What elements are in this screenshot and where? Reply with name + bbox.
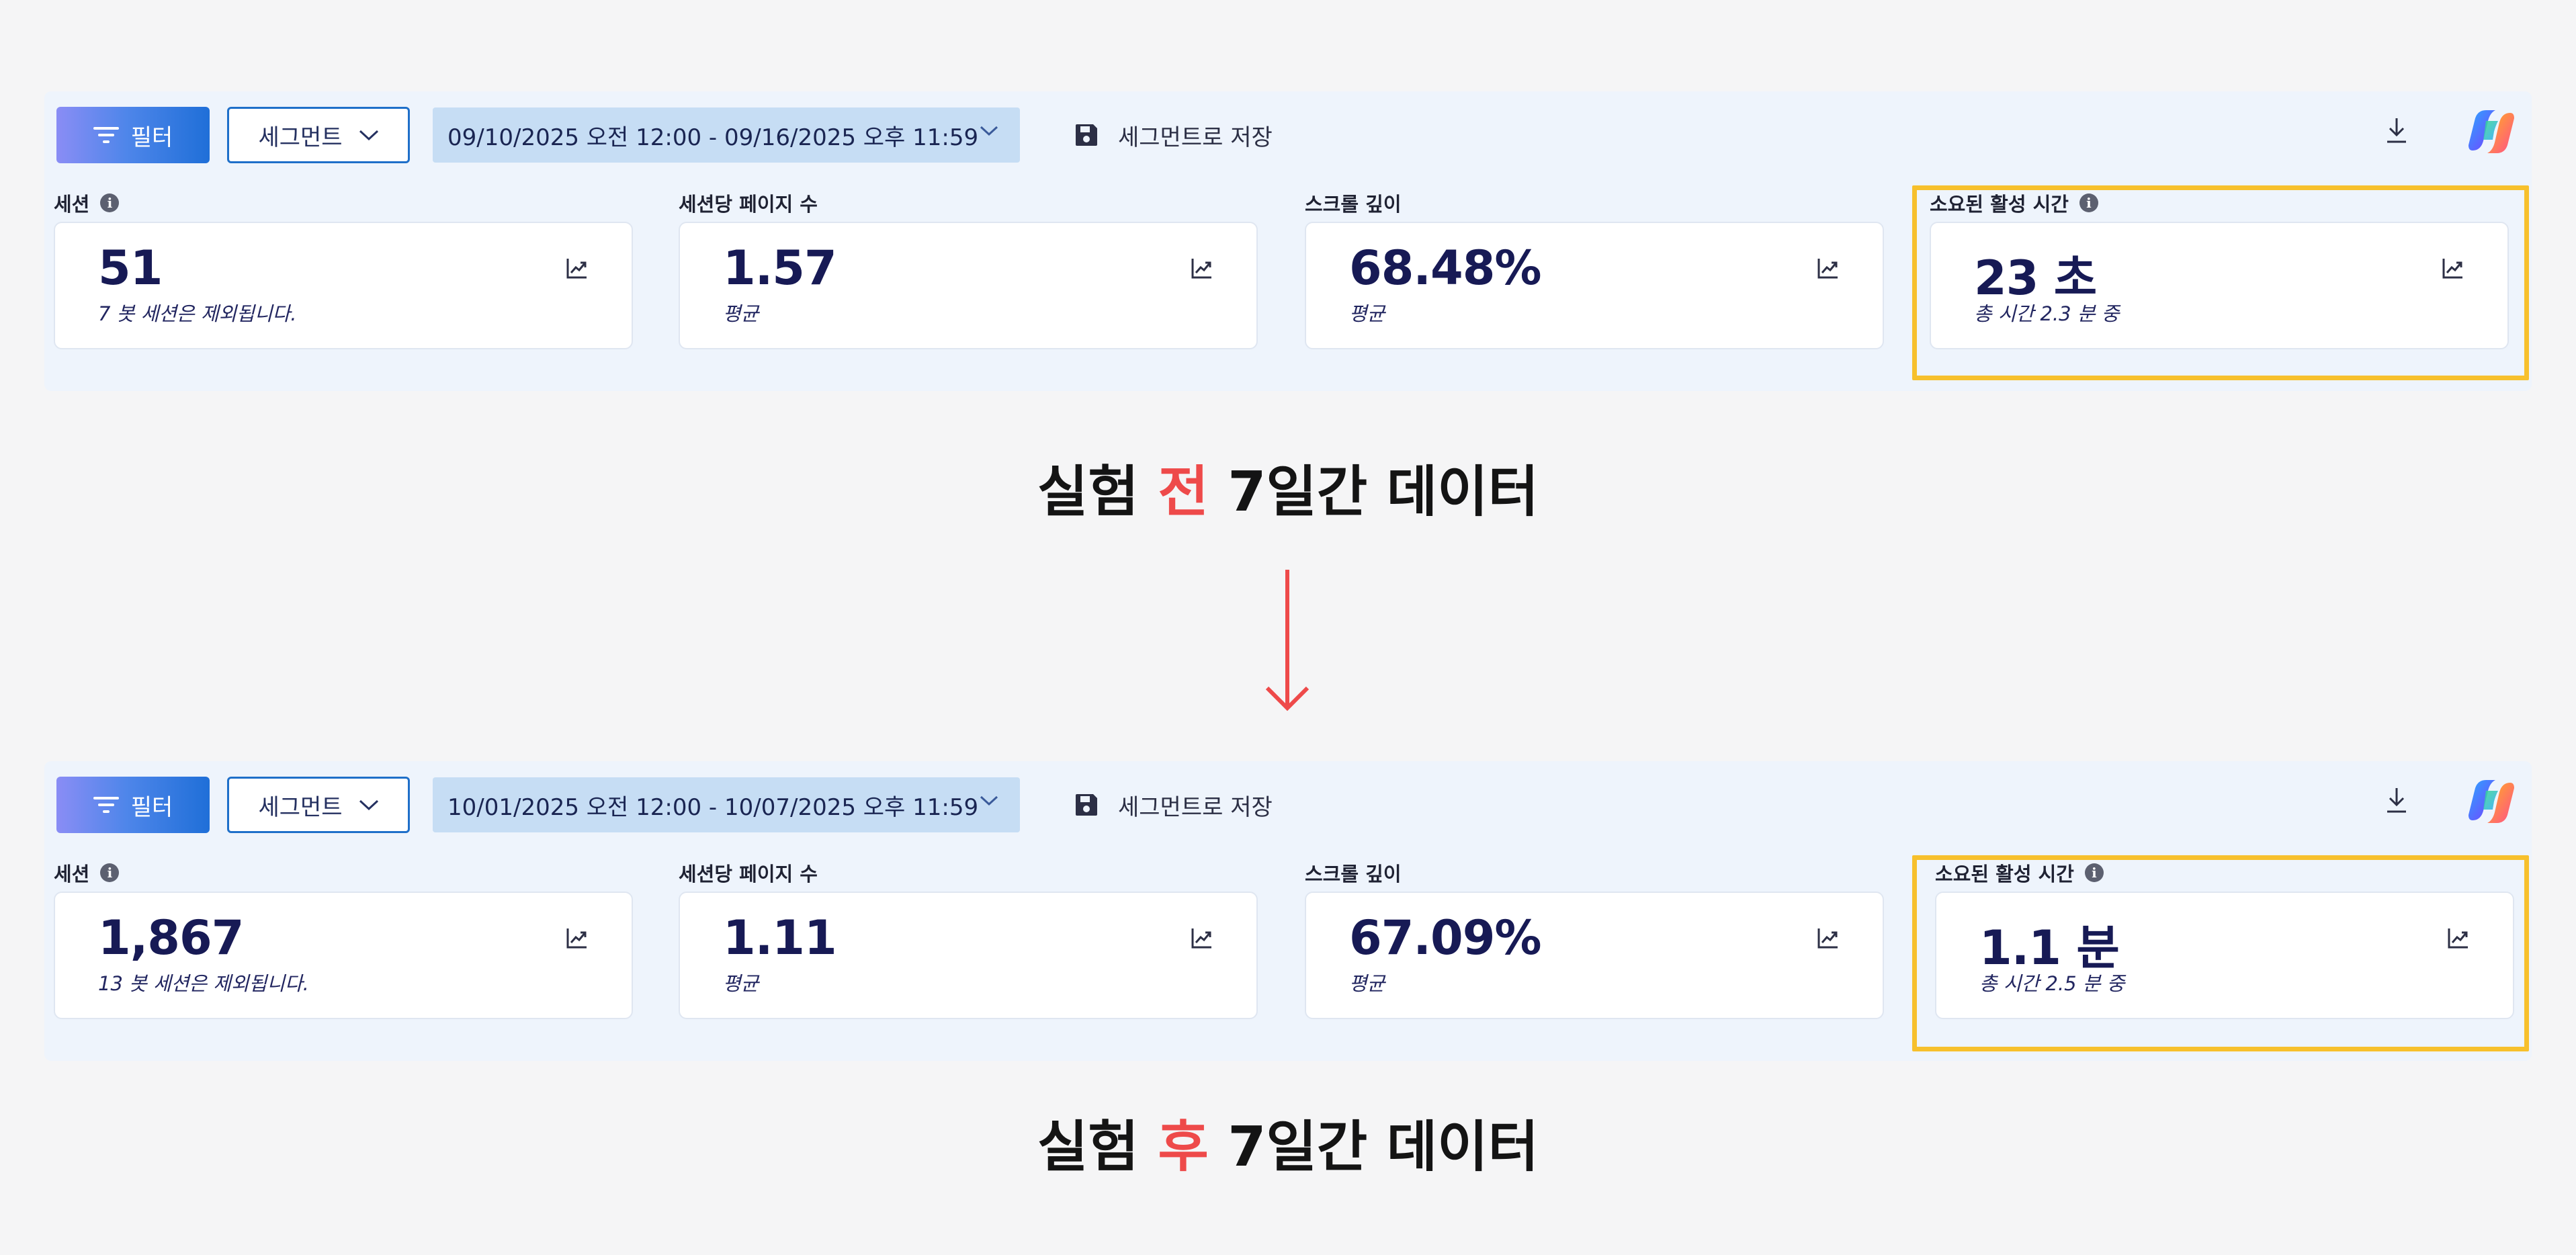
toolbar: 필터 세그먼트 09/10/2025 오전 12:00 - 09/16/2025… bbox=[44, 91, 2532, 177]
metric-value: 1.57 bbox=[723, 241, 837, 296]
highlight-box bbox=[1912, 855, 2529, 1051]
metric-value: 1.11 bbox=[723, 910, 837, 965]
caption-text: 실험 bbox=[1037, 1115, 1158, 1179]
metric-card[interactable]: 67.09% 평균 bbox=[1305, 892, 1884, 1019]
info-icon[interactable]: i bbox=[100, 193, 120, 212]
filter-button[interactable]: 필터 bbox=[56, 777, 210, 833]
metric-card[interactable]: 1.11 평균 bbox=[679, 892, 1258, 1019]
trend-chart-icon[interactable] bbox=[566, 926, 589, 949]
download-icon[interactable] bbox=[2385, 117, 2408, 144]
save-icon bbox=[1076, 124, 1097, 146]
trend-chart-icon[interactable] bbox=[1191, 926, 1213, 949]
segment-label: 세그먼트 bbox=[258, 793, 343, 821]
copilot-icon[interactable] bbox=[2466, 106, 2517, 157]
filter-label: 필터 bbox=[130, 793, 173, 821]
metric-value: 68.48% bbox=[1349, 241, 1542, 296]
metric-value: 1,867 bbox=[98, 910, 244, 965]
metric-label: 세션 i bbox=[54, 189, 636, 216]
metric-label-text: 스크롤 깊이 bbox=[1305, 193, 1402, 216]
filter-button[interactable]: 필터 bbox=[56, 107, 210, 163]
down-arrow-icon bbox=[1265, 570, 1310, 711]
download-icon[interactable] bbox=[2385, 787, 2408, 814]
info-icon[interactable]: i bbox=[100, 863, 120, 882]
highlight-box bbox=[1912, 185, 2529, 380]
metric-scroll-depth: 스크롤 깊이 68.48% 평균 bbox=[1305, 189, 1887, 349]
toolbar: 필터 세그먼트 10/01/2025 오전 12:00 - 10/07/2025… bbox=[44, 761, 2532, 847]
save-segment-button[interactable]: 세그먼트로 저장 bbox=[1074, 113, 1273, 157]
metric-sessions: 세션 i 51 7 봇 세션은 제외됩니다. bbox=[54, 189, 636, 349]
metric-scroll-depth: 스크롤 깊이 67.09% 평균 bbox=[1305, 859, 1887, 1019]
segment-dropdown[interactable]: 세그먼트 bbox=[227, 107, 410, 163]
segment-label: 세그먼트 bbox=[258, 124, 343, 151]
date-range-text: 10/01/2025 오전 12:00 - 10/07/2025 오후 11:5… bbox=[447, 793, 979, 821]
filter-icon bbox=[93, 797, 119, 813]
metric-subtext: 평균 bbox=[1349, 302, 1385, 325]
metric-subtext: 평균 bbox=[1349, 972, 1385, 995]
save-segment-label: 세그먼트로 저장 bbox=[1118, 793, 1273, 821]
trend-chart-icon[interactable] bbox=[1817, 926, 1840, 949]
trend-chart-icon[interactable] bbox=[566, 257, 589, 279]
metric-label: 세션 i bbox=[54, 859, 636, 886]
metric-label-text: 세션당 페이지 수 bbox=[679, 863, 818, 885]
trend-chart-icon[interactable] bbox=[1817, 257, 1840, 279]
metric-label: 스크롤 깊이 bbox=[1305, 189, 1887, 216]
metric-label-text: 세션당 페이지 수 bbox=[679, 193, 818, 216]
metric-subtext: 7 봇 세션은 제외됩니다. bbox=[98, 302, 297, 325]
caption-accent: 전 bbox=[1158, 460, 1209, 524]
filter-label: 필터 bbox=[130, 124, 173, 151]
date-range-picker[interactable]: 10/01/2025 오전 12:00 - 10/07/2025 오후 11:5… bbox=[433, 777, 1020, 832]
metric-subtext: 13 봇 세션은 제외됩니다. bbox=[98, 972, 309, 995]
copilot-icon[interactable] bbox=[2466, 776, 2517, 827]
metric-label: 세션당 페이지 수 bbox=[679, 859, 1260, 886]
metric-value: 67.09% bbox=[1349, 910, 1542, 965]
metric-pages-per-session: 세션당 페이지 수 1.57 평균 bbox=[679, 189, 1260, 349]
metric-card[interactable]: 1,867 13 봇 세션은 제외됩니다. bbox=[54, 892, 633, 1019]
metric-card[interactable]: 51 7 봇 세션은 제외됩니다. bbox=[54, 222, 633, 349]
filter-icon bbox=[93, 127, 119, 143]
metric-value: 51 bbox=[98, 241, 163, 296]
date-range-picker[interactable]: 09/10/2025 오전 12:00 - 09/16/2025 오후 11:5… bbox=[433, 107, 1020, 163]
segment-dropdown[interactable]: 세그먼트 bbox=[227, 777, 410, 833]
caption-before: 실험 전 7일간 데이터 bbox=[0, 447, 2576, 527]
caption-accent: 후 bbox=[1158, 1115, 1209, 1179]
chevron-down-icon bbox=[359, 799, 378, 811]
metric-subtext: 평균 bbox=[723, 302, 759, 325]
caption-text: 실험 bbox=[1037, 460, 1158, 524]
caption-text: 7일간 데이터 bbox=[1208, 1115, 1539, 1179]
metric-card[interactable]: 68.48% 평균 bbox=[1305, 222, 1884, 349]
chevron-down-icon bbox=[359, 130, 378, 141]
date-range-text: 09/10/2025 오전 12:00 - 09/16/2025 오후 11:5… bbox=[447, 124, 979, 151]
caption-text: 7일간 데이터 bbox=[1208, 460, 1539, 524]
metric-subtext: 평균 bbox=[723, 972, 759, 995]
metric-label: 세션당 페이지 수 bbox=[679, 189, 1260, 216]
metric-card[interactable]: 1.57 평균 bbox=[679, 222, 1258, 349]
save-segment-button[interactable]: 세그먼트로 저장 bbox=[1074, 783, 1273, 827]
metric-label-text: 스크롤 깊이 bbox=[1305, 863, 1402, 885]
metric-label-text: 세션 bbox=[54, 193, 90, 216]
metric-sessions: 세션 i 1,867 13 봇 세션은 제외됩니다. bbox=[54, 859, 636, 1019]
chevron-down-icon bbox=[980, 126, 998, 136]
metric-label: 스크롤 깊이 bbox=[1305, 859, 1887, 886]
save-icon bbox=[1076, 794, 1097, 816]
chevron-down-icon bbox=[980, 795, 998, 806]
caption-after: 실험 후 7일간 데이터 bbox=[0, 1102, 2576, 1182]
metric-pages-per-session: 세션당 페이지 수 1.11 평균 bbox=[679, 859, 1260, 1019]
trend-chart-icon[interactable] bbox=[1191, 257, 1213, 279]
save-segment-label: 세그먼트로 저장 bbox=[1118, 124, 1273, 151]
metric-label-text: 세션 bbox=[54, 863, 90, 885]
